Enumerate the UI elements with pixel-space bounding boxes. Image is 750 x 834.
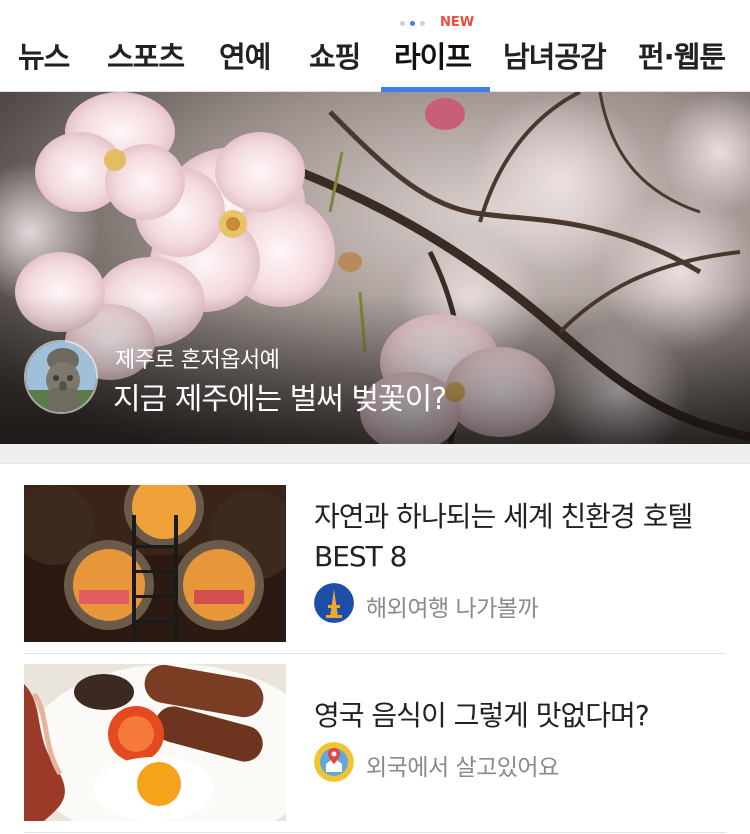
hero-gradient-overlay <box>0 294 750 444</box>
list-divider <box>24 653 726 654</box>
article-item-eco-hotel[interactable]: 자연과 하나되는 세계 친환경 호텔 BEST 8 해외여행 나가볼까 <box>24 485 726 645</box>
article-title[interactable]: 영국 음식이 그렇게 맛없다며? <box>314 696 714 736</box>
article-channel-name: 외국에서 살고있어요 <box>366 755 559 781</box>
tab-page-indicator <box>400 21 430 27</box>
article-thumbnail[interactable] <box>24 485 286 642</box>
page-dot <box>400 21 405 26</box>
article-title-line: BEST 8 <box>314 540 408 573</box>
tab-label: 라이프 <box>394 40 472 74</box>
category-tab-bar: 뉴스 스포츠 연예 쇼핑 라이프 남녀공감 펀·웹툰 NEW <box>0 0 750 92</box>
pipe-hotel-photo <box>24 485 286 642</box>
article-title-line: 영국 음식이 그렇게 맛없다며? <box>314 699 650 732</box>
hero-title[interactable]: 지금 제주에는 벌써 벚꽃이? <box>113 374 447 418</box>
new-badge: NEW <box>440 15 475 30</box>
eiffel-tower-icon <box>314 583 354 623</box>
page-dot-active <box>410 21 415 26</box>
list-divider <box>24 832 726 833</box>
dol-hareubang-statue-avatar <box>26 342 96 412</box>
tab-label: 남녀공감 <box>503 40 607 74</box>
page-dot <box>420 21 425 26</box>
tab-label: 쇼핑 <box>309 40 361 74</box>
channel-avatar[interactable] <box>24 340 98 414</box>
article-title-line: 자연과 하나되는 세계 친환경 호텔 <box>314 500 693 533</box>
section-gap <box>0 444 750 464</box>
hero-channel-name[interactable]: 제주로 혼저옵서예 <box>115 342 280 374</box>
tab-label: 연예 <box>219 40 271 74</box>
house-location-pin-icon <box>314 742 354 782</box>
english-breakfast-photo <box>24 664 286 821</box>
article-item-english-food[interactable]: 영국 음식이 그렇게 맛없다며? 외국에서 살고있어요 <box>24 664 726 824</box>
article-channel-name: 해외여행 나가볼까 <box>366 596 539 622</box>
article-thumbnail[interactable] <box>24 664 286 821</box>
hero-card[interactable]: 제주로 혼저옵서예 지금 제주에는 벌써 벚꽃이? <box>0 92 750 444</box>
tab-label: 펀·웹툰 <box>638 40 726 74</box>
tab-label: 뉴스 <box>18 40 70 74</box>
article-title[interactable]: 자연과 하나되는 세계 친환경 호텔 BEST 8 <box>314 497 714 577</box>
tab-label: 스포츠 <box>107 40 185 74</box>
